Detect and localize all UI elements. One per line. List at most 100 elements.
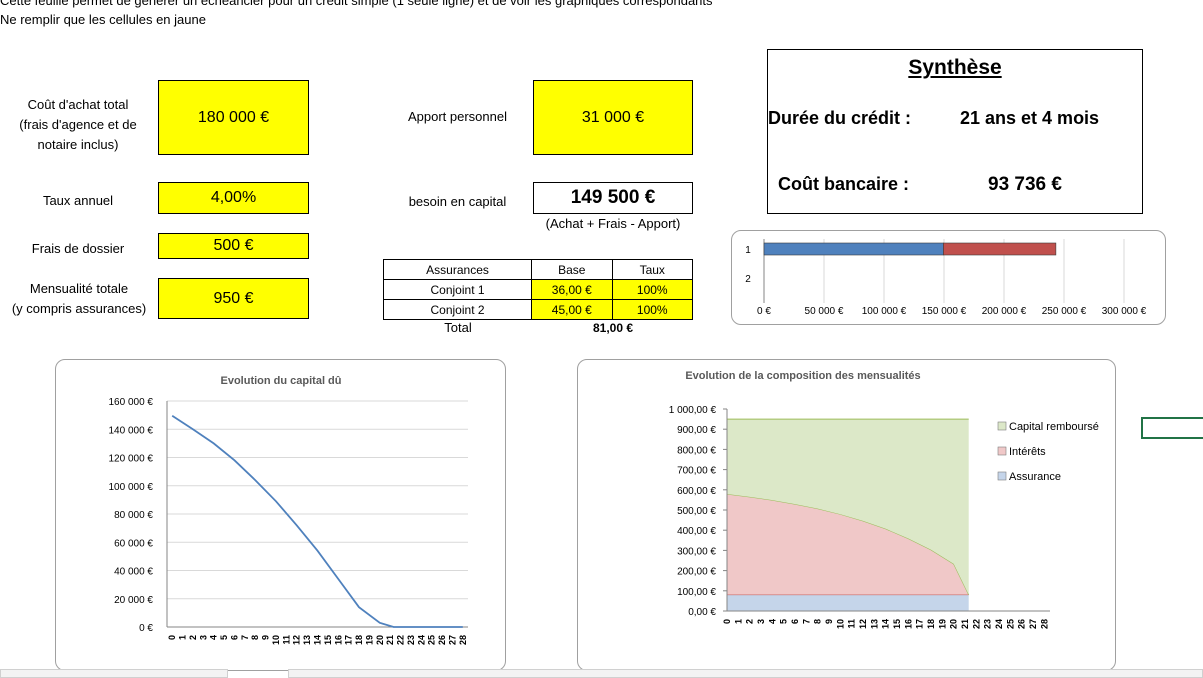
x-tick-label: 13 (869, 619, 879, 629)
assurance-name: Conjoint 1 (382, 279, 533, 300)
x-tick-label: 21 (960, 619, 970, 629)
y-tick-label: 160 000 € (109, 397, 154, 408)
assurances-table: Assurances Base Taux Conjoint 1 36,00 € … (382, 259, 694, 320)
x-tick-label: 8 (250, 635, 260, 640)
legend-swatch (997, 446, 1007, 456)
capital-du-line (171, 415, 463, 628)
mensualites-chart[interactable]: Evolution de la composition des mensuali… (577, 359, 1116, 671)
x-tick-label: 0 (167, 635, 177, 640)
assurances-header-taux: Taux (611, 259, 694, 280)
assurance-taux-input[interactable]: 100% (611, 279, 694, 300)
y-tick-label: 100 000 € (109, 482, 154, 493)
x-tick-label: 21 (385, 635, 395, 645)
y-tick-label: 100,00 € (677, 587, 716, 598)
assurances-total-value: 81,00 € (592, 321, 634, 335)
mensualites-svg: Evolution de la composition des mensuali… (669, 370, 1099, 629)
x-tick-label: 18 (354, 635, 364, 645)
category-label: 1 (745, 245, 751, 256)
x-tick-label: 22 (396, 635, 406, 645)
assurance-taux-input[interactable]: 100% (611, 299, 694, 320)
table-row: Conjoint 2 45,00 € 100% (382, 299, 694, 320)
mensualite-input[interactable]: 950 € (158, 278, 309, 319)
cout-bancaire-value: 93 736 € (988, 174, 1062, 195)
x-tick-label: 16 (903, 619, 913, 629)
y-tick-label: 200,00 € (677, 567, 716, 578)
y-tick-label: 600,00 € (677, 486, 716, 497)
mensualites-title: Evolution de la composition des mensuali… (685, 370, 920, 382)
selected-cell[interactable] (1141, 417, 1203, 439)
x-tick-label: 7 (801, 619, 811, 624)
x-tick-label: 9 (824, 619, 834, 624)
x-tick-label: 27 (1028, 619, 1038, 629)
duree-label: Durée du crédit : (768, 108, 912, 128)
assurances-header-base: Base (531, 259, 613, 280)
bar-segment (943, 242, 1057, 256)
y-tick-label: 800,00 € (677, 445, 716, 456)
x-tick-label: 300 000 € (1102, 306, 1147, 317)
besoin-label: besoin en capital (408, 194, 507, 209)
x-tick-label: 8 (813, 619, 823, 624)
y-tick-label: 700,00 € (677, 466, 716, 477)
capital-du-chart[interactable]: Evolution du capital dû 160 000 €140 000… (55, 359, 506, 671)
taux-label: Taux annuel (42, 193, 114, 208)
cost-bar-svg: 1 2 0 € 50 000 € 100 000 € 150 000 € 200 000 … (745, 239, 1147, 317)
frais-input[interactable]: 500 € (158, 233, 309, 259)
assurances-header-name: Assurances (382, 259, 533, 280)
x-tick-label: 1 (733, 619, 743, 624)
y-tick-label: 0 € (139, 623, 153, 634)
x-tick-label: 25 (1005, 619, 1015, 629)
frais-label: Frais de dossier (31, 241, 125, 256)
taux-input[interactable]: 4,00% (158, 182, 309, 214)
cost-bar-chart[interactable]: 1 2 0 € 50 000 € 100 000 € 150 000 € 200 000 … (731, 230, 1166, 325)
x-tick-label: 12 (858, 619, 868, 629)
x-tick-label: 5 (779, 619, 789, 624)
x-tick-label: 10 (835, 619, 845, 629)
x-tick-label: 4 (209, 635, 219, 640)
x-tick-label: 19 (937, 619, 947, 629)
x-tick-label: 15 (892, 619, 902, 629)
assurance-base-input[interactable]: 36,00 € (531, 279, 613, 300)
x-tick-label: 14 (313, 635, 323, 645)
x-tick-label: 10 (271, 635, 281, 645)
y-tick-label: 500,00 € (677, 506, 716, 517)
assurance-name: Conjoint 2 (382, 299, 533, 320)
sheet-tab-2[interactable] (288, 669, 1203, 678)
x-tick-label: 28 (1039, 619, 1049, 629)
y-tick-label: 80 000 € (114, 510, 153, 521)
x-tick-label: 3 (198, 635, 208, 640)
legend-swatch (997, 421, 1007, 431)
x-tick-label: 11 (281, 635, 291, 645)
category-label: 2 (745, 274, 751, 285)
y-tick-label: 20 000 € (114, 595, 153, 606)
x-tick-label: 7 (240, 635, 250, 640)
besoin-value: 149 500 € (533, 182, 693, 214)
y-tick-label: 140 000 € (109, 425, 154, 436)
legend-label: Capital remboursé (1009, 421, 1099, 433)
y-tick-label: 120 000 € (109, 454, 154, 465)
cout-bancaire-label: Coût bancaire : (778, 174, 910, 194)
mensualite-label-line-2: (y compris assurances) (11, 301, 147, 316)
assurance-base-input[interactable]: 45,00 € (531, 299, 613, 320)
x-tick-label: 6 (229, 635, 239, 640)
x-tick-label: 24 (416, 635, 426, 645)
sheet-tab-1[interactable] (0, 669, 228, 678)
x-tick-label: 5 (219, 635, 229, 640)
x-tick-label: 24 (994, 619, 1004, 629)
x-tick-label: 28 (458, 635, 468, 645)
cout-achat-input[interactable]: 180 000 € (158, 80, 309, 155)
legend-label: Assurance (1009, 471, 1061, 483)
y-tick-label: 0,00 € (688, 607, 716, 618)
cout-achat-label: Coût d'achat total (frais d'agence et de… (8, 95, 148, 155)
x-tick-label: 13 (302, 635, 312, 645)
y-tick-label: 1 000,00 € (669, 405, 717, 416)
synthese-title: Synthèse (908, 56, 1002, 79)
area-assurance (727, 594, 969, 611)
x-tick-label: 0 (722, 619, 732, 624)
apport-input[interactable]: 31 000 € (533, 80, 693, 155)
x-tick-label: 2 (188, 635, 198, 640)
x-tick-label: 200 000 € (982, 306, 1027, 317)
y-tick-label: 300,00 € (677, 546, 716, 557)
x-tick-label: 15 (323, 635, 333, 645)
x-tick-label: 16 (333, 635, 343, 645)
besoin-note: (Achat + Frais - Apport) (545, 216, 681, 231)
